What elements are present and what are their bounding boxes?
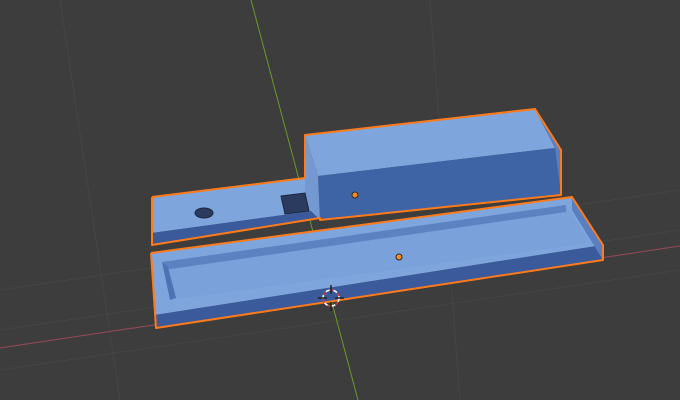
3d-viewport[interactable] [0, 0, 680, 400]
lid-origin-dot [351, 191, 359, 199]
base-origin-dot [395, 253, 403, 261]
viewport-canvas[interactable] [0, 0, 680, 400]
lid-round-hole [194, 207, 214, 219]
lid-square-hole [280, 192, 310, 215]
